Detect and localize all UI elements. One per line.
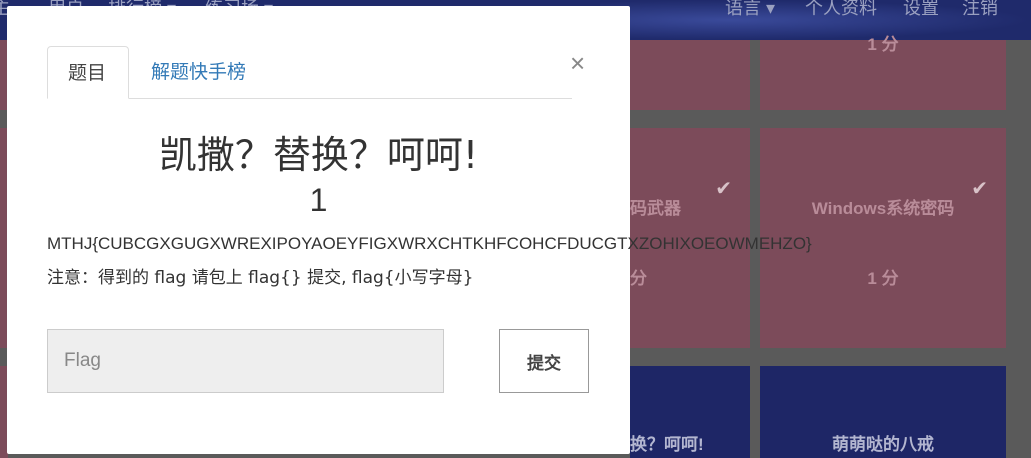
challenge-card[interactable] — [630, 40, 750, 110]
tab-solves[interactable]: 解题快手榜 — [131, 46, 266, 99]
flag-input[interactable] — [47, 329, 444, 393]
nav-item-profile[interactable]: 个人资料 — [805, 0, 877, 20]
submit-button[interactable]: 提交 — [499, 329, 589, 393]
challenge-modal: 题目 解题快手榜 × 凯撒？替换？呵呵! 1 MTHJ{CUBCGXGUGXWR… — [7, 6, 812, 454]
card-points: 1 分 — [867, 35, 899, 54]
nav-item-language[interactable]: 语言 ▾ — [725, 0, 775, 20]
card-points: 1 分 — [867, 269, 899, 288]
tab-challenge[interactable]: 题目 — [47, 46, 129, 99]
challenge-points: 1 — [309, 182, 328, 218]
challenge-card[interactable]: 1 分 — [760, 35, 1006, 110]
card-title: 换？呵呵! — [630, 435, 704, 454]
challenge-ciphertext: MTHJ{CUBCGXGUGXWREXIPOYAOEYFIGXWRXCHTKHF… — [47, 234, 812, 253]
challenge-title: 凯撒？替换？呵呵! — [158, 133, 479, 177]
nav-item-settings[interactable]: 设置 — [903, 0, 939, 20]
challenge-card[interactable]: 换？呵呵! — [630, 366, 750, 458]
card-title: 码武器 — [630, 199, 681, 218]
challenge-card[interactable]: 萌萌哒的八戒 — [760, 366, 1006, 458]
close-icon[interactable]: × — [570, 50, 585, 76]
card-points: 分 — [630, 269, 647, 288]
card-title: Windows系统密码 — [811, 199, 955, 218]
modal-tabs: 题目 解题快手榜 — [47, 46, 572, 99]
challenge-note: 注意：得到的 flag 请包上 flag{} 提交, flag{小写字母} — [47, 268, 474, 288]
nav-item-logout[interactable]: 注销 — [962, 0, 998, 20]
card-title: 萌萌哒的八戒 — [832, 435, 934, 454]
